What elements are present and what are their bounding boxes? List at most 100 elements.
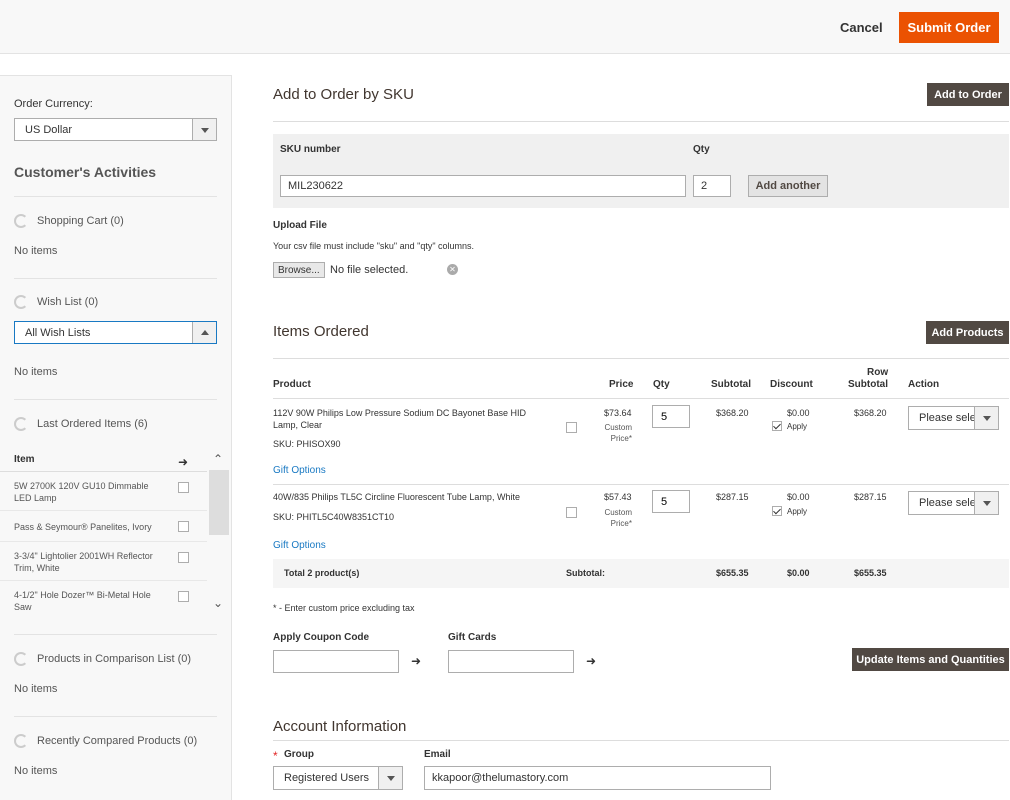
apply-discount-checkbox[interactable]: Apply	[772, 506, 807, 516]
required-asterisk: *	[273, 749, 278, 763]
sku-entry-box: SKU number Qty Add another	[273, 134, 1009, 208]
custom-price-note: * - Enter custom price excluding tax	[273, 603, 415, 613]
wish-list-select[interactable]: All Wish Lists	[14, 321, 217, 344]
sku-qty-input[interactable]	[693, 175, 731, 197]
column-header-discount: Discount	[770, 379, 813, 390]
recently-compared-label: Recently Compared Products (0)	[37, 735, 198, 747]
action-select-value: Please sele	[919, 497, 976, 509]
order-currency-value: US Dollar	[25, 123, 73, 136]
wish-list-select-value: All Wish Lists	[25, 326, 91, 339]
product-sku: SKU: PHISOX90	[273, 439, 341, 449]
list-item-checkbox[interactable]	[178, 552, 189, 563]
recently-compared-empty: No items	[14, 765, 58, 777]
list-item: 4-1/2" Hole Dozer™ Bi-Metal Hole Saw	[0, 582, 207, 616]
page-header: Cancel Submit Order	[0, 0, 1010, 54]
group-select[interactable]: Registered Users	[273, 766, 403, 790]
action-select[interactable]: Please sele	[908, 406, 999, 430]
gift-card-input[interactable]	[448, 650, 574, 673]
gift-options-link[interactable]: Gift Options	[273, 465, 326, 476]
comparison-label: Products in Comparison List (0)	[37, 653, 192, 665]
list-item-label: 5W 2700K 120V GU10 Dimmable LED Lamp	[14, 481, 149, 503]
item-discount: $0.00	[787, 408, 810, 418]
upload-file-hint: Your csv file must include "sku" and "qt…	[273, 241, 475, 251]
cancel-button[interactable]: Cancel	[826, 12, 897, 42]
chevron-up-icon[interactable]: ⌃	[213, 452, 223, 466]
totals-row: Total 2 product(s) Subtotal: $655.35 $0.…	[273, 559, 1009, 588]
divider	[14, 716, 217, 717]
browse-button[interactable]: Browse...	[273, 262, 325, 278]
chevron-down-icon	[192, 119, 216, 140]
list-item-checkbox[interactable]	[178, 591, 189, 602]
refresh-icon	[14, 734, 28, 748]
custom-price-label-2: Price*	[610, 434, 632, 443]
custom-price-label-1: Custom	[604, 508, 632, 517]
product-name: 40W/835 Philips TL5C Circline Fluorescen…	[273, 492, 520, 502]
add-to-order-button[interactable]: Add to Order	[927, 83, 1009, 106]
column-header-product: Product	[273, 379, 311, 390]
coupon-label: Apply Coupon Code	[273, 632, 370, 643]
sku-section-title: Add to Order by SKU	[273, 86, 414, 103]
gift-options-link[interactable]: Gift Options	[273, 540, 326, 551]
total-row-subtotal: $655.35	[854, 568, 887, 578]
wish-list-label: Wish List (0)	[37, 296, 99, 308]
update-items-button[interactable]: Update Items and Quantities	[852, 648, 1009, 671]
scrollbar-thumb[interactable]	[209, 470, 229, 535]
divider	[273, 484, 1009, 485]
recently-compared-section[interactable]: Recently Compared Products (0)	[14, 734, 197, 748]
shopping-cart-section[interactable]: Shopping Cart (0)	[14, 214, 124, 228]
sku-number-input[interactable]	[280, 175, 686, 197]
coupon-input[interactable]	[273, 650, 399, 673]
item-qty-input[interactable]	[652, 490, 690, 513]
refresh-icon	[14, 652, 28, 666]
order-currency-label: Order Currency:	[14, 98, 93, 110]
email-field[interactable]	[424, 766, 771, 790]
last-ordered-header: Item ➜	[0, 448, 207, 472]
checkbox-checked-icon	[772, 506, 782, 516]
column-header-qty: Qty	[653, 379, 670, 390]
item-qty-input[interactable]	[652, 405, 690, 428]
chevron-down-icon	[378, 767, 402, 789]
custom-price-checkbox[interactable]	[566, 422, 577, 433]
column-header-subtotal: Subtotal	[711, 379, 751, 390]
wish-list-section[interactable]: Wish List (0)	[14, 295, 98, 309]
apply-discount-checkbox[interactable]: Apply	[772, 421, 807, 431]
action-select[interactable]: Please sele	[908, 491, 999, 515]
sku-number-label: SKU number	[280, 144, 341, 155]
comparison-section[interactable]: Products in Comparison List (0)	[14, 652, 191, 666]
list-item: Pass & Seymour® Panelites, Ivory	[0, 512, 207, 542]
divider	[273, 398, 1009, 399]
apply-label: Apply	[787, 421, 808, 431]
chevron-down-icon[interactable]: ⌄	[213, 596, 223, 610]
order-currency-select[interactable]: US Dollar	[14, 118, 217, 141]
product-price: $73.64	[604, 408, 632, 418]
list-item-checkbox[interactable]	[178, 521, 189, 532]
arrow-right-icon[interactable]: ➜	[411, 654, 421, 668]
divider	[14, 634, 217, 635]
item-row-subtotal: $368.20	[854, 408, 887, 418]
add-products-button[interactable]: Add Products	[926, 321, 1009, 344]
divider	[14, 196, 217, 197]
total-products-label: Total 2 product(s)	[284, 568, 360, 578]
add-another-button[interactable]: Add another	[748, 175, 828, 197]
divider	[273, 740, 1009, 741]
divider	[14, 278, 217, 279]
divider	[14, 399, 217, 400]
scrollbar[interactable]: ⌃ ⌄	[207, 448, 231, 616]
list-item: 3-3/4" Lightolier 2001WH Reflector Trim,…	[0, 543, 207, 581]
arrow-right-icon[interactable]: ➜	[178, 455, 188, 469]
shopping-cart-empty: No items	[14, 245, 58, 257]
apply-label: Apply	[787, 506, 808, 516]
item-row-subtotal: $287.15	[854, 492, 887, 502]
refresh-icon	[14, 295, 28, 309]
list-item-checkbox[interactable]	[178, 482, 189, 493]
product-sku: SKU: PHITL5C40W8351CT10	[273, 512, 395, 522]
custom-price-checkbox[interactable]	[566, 507, 577, 518]
product-price: $57.43	[604, 492, 632, 502]
close-icon[interactable]: ✕	[447, 264, 458, 275]
action-select-value: Please sele	[919, 412, 976, 424]
gift-cards-label: Gift Cards	[448, 632, 497, 643]
last-ordered-section[interactable]: Last Ordered Items (6)	[14, 417, 148, 431]
column-header-row-subtotal: Subtotal	[848, 379, 888, 390]
submit-order-button[interactable]: Submit Order	[899, 12, 999, 43]
arrow-right-icon[interactable]: ➜	[586, 654, 596, 668]
